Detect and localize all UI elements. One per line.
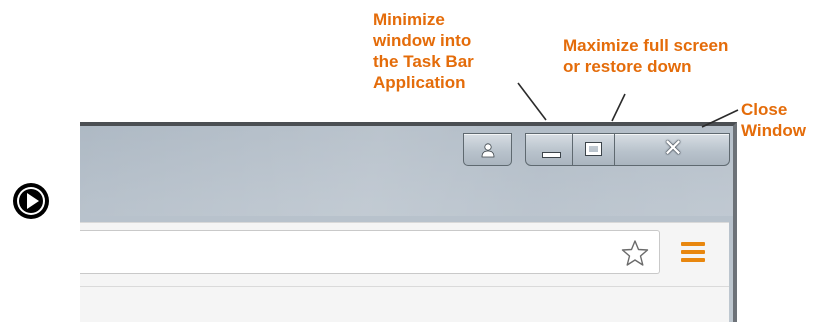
address-bar[interactable] [80,230,660,274]
close-button[interactable]: ✕ [615,133,730,166]
profile-icon [481,143,495,158]
minimize-callout: Minimize window into the Task Bar Applic… [373,10,474,92]
minimize-icon [542,152,561,158]
star-icon[interactable] [621,239,649,267]
minimize-button[interactable] [525,133,573,166]
browser-toolbar [80,222,729,322]
maximize-button[interactable] [573,133,615,166]
maximize-icon [585,142,602,156]
maximize-leader-line [611,93,626,122]
close-callout: Close Window [741,100,806,140]
hamburger-menu-icon[interactable] [681,242,705,262]
profile-button[interactable] [463,133,512,166]
browser-window: ✕ [80,122,737,322]
play-icon[interactable] [11,181,51,221]
maximize-callout: Maximize full screen or restore down [563,36,729,76]
close-icon: ✕ [662,134,684,162]
toolbar-divider [80,286,729,287]
